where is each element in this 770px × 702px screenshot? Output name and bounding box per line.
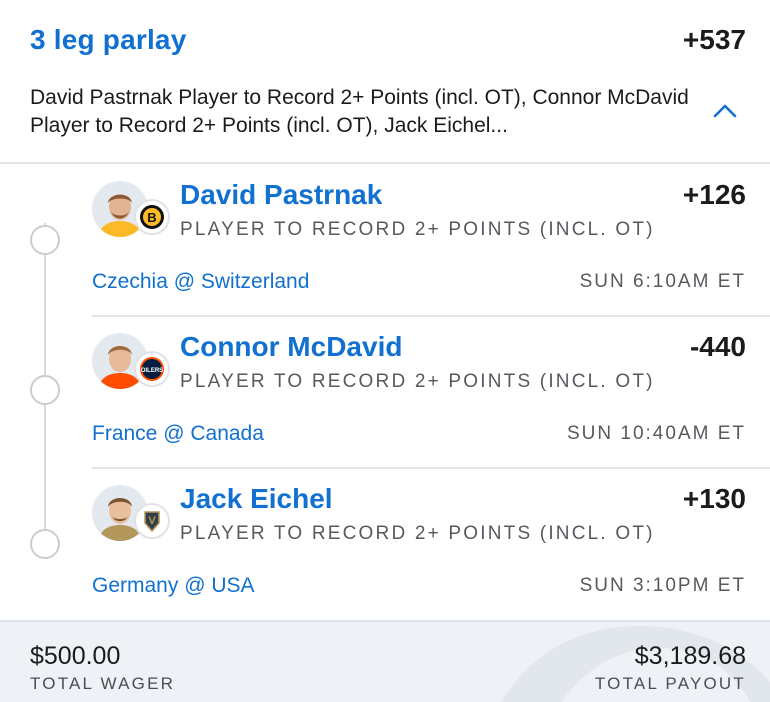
player-name[interactable]: David Pastrnak [180,179,382,211]
matchup-link[interactable]: France @ Canada [92,422,264,446]
team-logo-text: B [147,210,156,225]
parlay-header[interactable]: 3 leg parlay +537 David Pastrnak Player … [0,0,770,164]
market-label: PLAYER TO RECORD 2+ POINTS (INCL. OT) [180,371,655,392]
game-time: SUN 6:10AM ET [579,271,746,292]
parlay-description: David Pastrnak Player to Record 2+ Point… [30,86,689,137]
parlay-legs: B David Pastrnak +126 PLAYER TO RECORD 2… [0,165,770,620]
leg-odds: +130 [682,483,746,514]
oilers-logo-icon: OILERS [134,351,170,387]
game-time: SUN 3:10PM ET [579,575,746,596]
chevron-up-icon[interactable] [710,98,740,124]
total-wager-value: $500.00 [30,642,121,670]
player-name[interactable]: Connor McDavid [180,331,402,363]
leg-item[interactable]: B David Pastrnak +126 PLAYER TO RECORD 2… [92,165,770,317]
player-name[interactable]: Jack Eichel [180,483,333,515]
team-logo-text: V [148,515,156,527]
game-time: SUN 10:40AM ET [567,423,746,444]
market-label: PLAYER TO RECORD 2+ POINTS (INCL. OT) [180,523,655,544]
parlay-title: 3 leg parlay [30,24,187,55]
leg-odds: +126 [682,179,746,210]
bruins-logo-icon: B [134,199,170,235]
bet-summary-footer: $500.00 TOTAL WAGER $3,189.68 TOTAL PAYO… [0,620,770,702]
timeline-dot [30,529,60,559]
leg-item[interactable]: V Jack Eichel +130 PLAYER TO RECORD 2+ P… [92,469,770,621]
leg-odds: -440 [689,331,746,362]
parlay-odds: +537 [682,24,746,55]
timeline-dot [30,225,60,255]
leg-item[interactable]: OILERS Connor McDavid -440 PLAYER TO REC… [92,317,770,469]
market-label: PLAYER TO RECORD 2+ POINTS (INCL. OT) [180,219,655,240]
golden-knights-logo-icon: V [134,503,170,539]
matchup-link[interactable]: Czechia @ Switzerland [92,270,309,294]
matchup-link[interactable]: Germany @ USA [92,574,255,598]
total-payout-value: $3,189.68 [634,642,746,670]
total-payout-label: TOTAL PAYOUT [594,674,746,693]
timeline-dot [30,375,60,405]
total-wager-label: TOTAL WAGER [30,674,176,693]
team-logo-text: OILERS [141,368,163,374]
